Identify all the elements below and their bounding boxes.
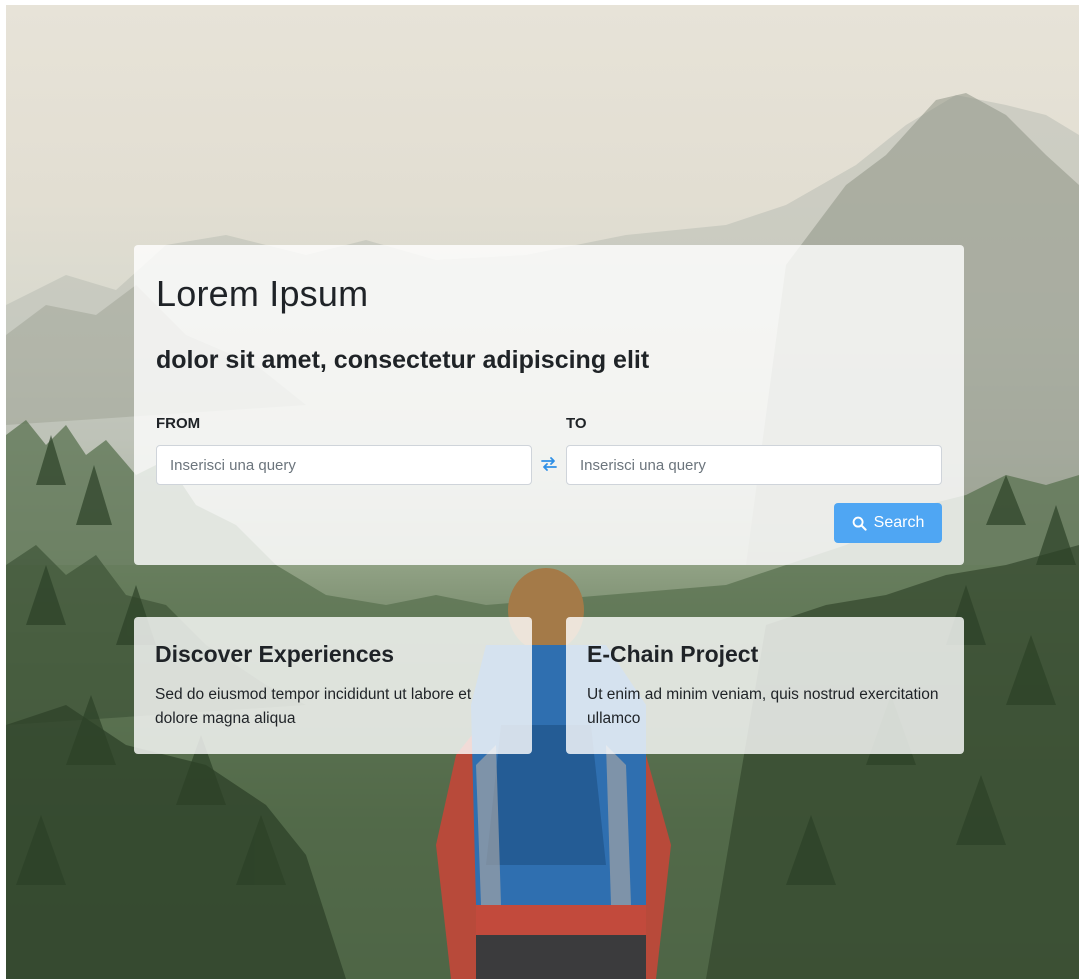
search-panel: Lorem Ipsum dolor sit amet, consectetur … [134, 245, 964, 565]
discover-experiences-card: Discover Experiences Sed do eiusmod temp… [134, 617, 532, 754]
from-label: FROM [156, 415, 201, 432]
to-input[interactable] [566, 445, 942, 485]
swap-arrows-icon[interactable] [540, 455, 558, 473]
page: Lorem Ipsum dolor sit amet, consectetur … [0, 0, 1079, 979]
page-subtitle: dolor sit amet, consectetur adipiscing e… [156, 346, 650, 374]
card-text: Ut enim ad minim veniam, quis nostrud ex… [587, 686, 939, 727]
search-icon [852, 516, 867, 531]
page-title: Lorem Ipsum [156, 273, 369, 314]
from-input[interactable] [156, 445, 532, 485]
search-button-label: Search [873, 514, 925, 531]
card-title: Discover Experiences [155, 641, 395, 667]
e-chain-project-card: E-Chain Project Ut enim ad minim veniam,… [566, 617, 964, 754]
card-title: E-Chain Project [587, 641, 759, 667]
to-label: TO [566, 415, 587, 432]
search-button[interactable]: Search [834, 503, 942, 543]
card-text: Sed do eiusmod tempor incididunt ut labo… [155, 686, 472, 727]
